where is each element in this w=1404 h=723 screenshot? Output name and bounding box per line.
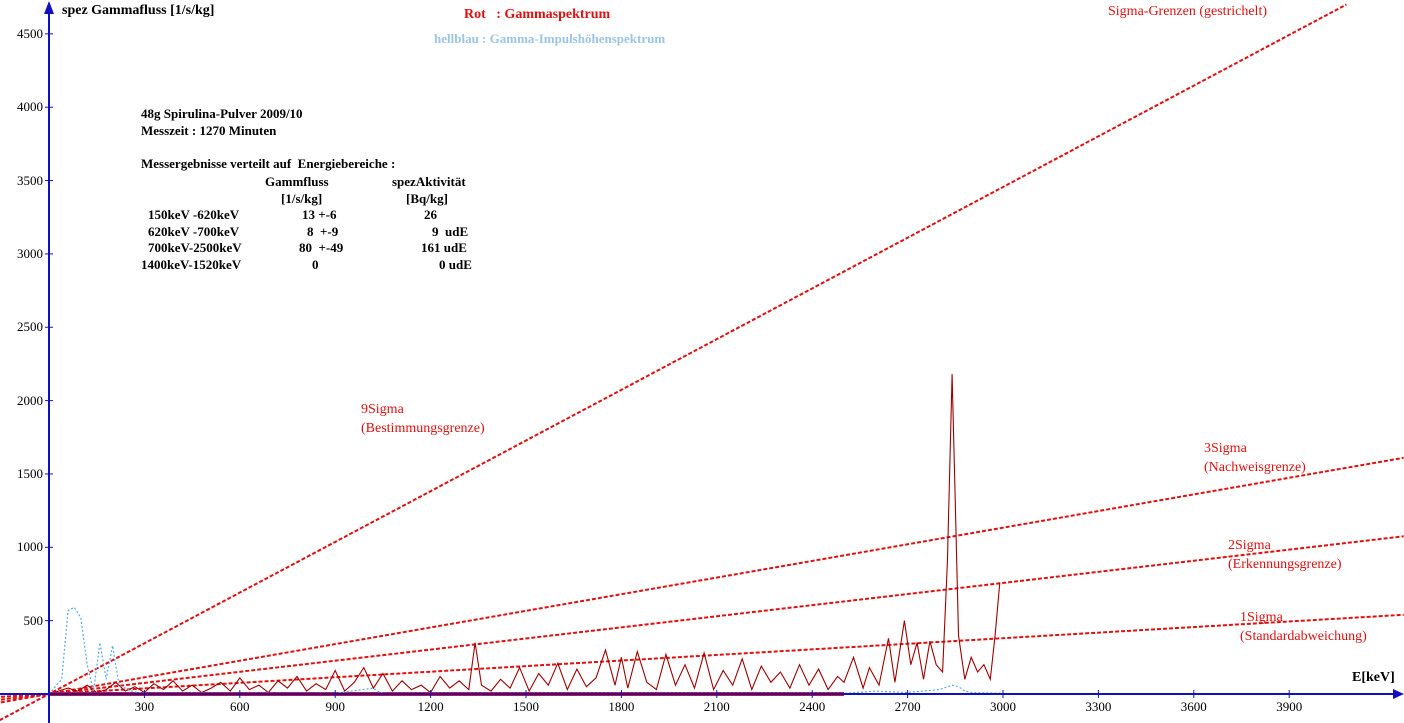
x-axis-label: E[keV] (1352, 670, 1395, 685)
col-flux-header: Gammfluss (265, 174, 329, 189)
legend-sigma: Sigma-Grenzen (gestrichelt) (1108, 4, 1267, 19)
sigma-line-1sigma (0, 613, 1404, 698)
x-tick-label: 900 (325, 699, 345, 714)
x-tick-label: 3300 (1085, 699, 1112, 714)
y-tick-label: 2500 (17, 319, 43, 335)
y-tick-label: 4500 (17, 25, 43, 41)
x-tick-label: 1200 (417, 699, 444, 714)
legend-blue: hellblau : Gamma-Impulshöhenspektrum (434, 31, 666, 46)
flux-cell: 80 +-49 (299, 240, 344, 255)
y-tick-label: 3500 (17, 172, 43, 188)
sample-name: 48g Spirulina-Pulver 2009/10 (141, 106, 303, 121)
x-tick-label: 1800 (608, 699, 635, 714)
act-cell: 161 udE (421, 240, 467, 255)
sigma1-name: 1Sigma (1240, 610, 1283, 625)
y-tick-label: 4000 (17, 99, 43, 115)
sigma2-label: 2Sigma (Erkennungsgrenze) (1228, 536, 1342, 574)
act-cell: 9 udE (432, 223, 469, 239)
sigma3-desc: (Nachweisgrenze) (1204, 460, 1306, 475)
sigma-line-3sigma (0, 456, 1404, 704)
x-tick-label: 2700 (894, 699, 921, 714)
flux-cell: 8 +-9 (307, 223, 339, 239)
x-tick-label: 600 (230, 699, 250, 714)
sigma1-label: 1Sigma (Standardabweichung) (1240, 608, 1367, 646)
sigma9-name: 9Sigma (361, 402, 404, 417)
act-cell: 26 (424, 207, 437, 222)
y-axis-label: spez Gammafluss [1/s/kg] (62, 3, 215, 18)
series-gamma-impulshöhenspektrum (48, 606, 1004, 695)
x-tick-label: 2100 (703, 699, 730, 714)
col-act-header: spezAktivität (392, 174, 466, 189)
measure-time: Messzeit : 1270 Minuten (141, 122, 277, 138)
sigma9-label: 9Sigma (Bestimmungsgrenze) (361, 400, 485, 438)
y-tick-label: 3000 (17, 245, 43, 261)
legend-red: Rot : Gammaspektrum (464, 7, 611, 22)
flux-cell: 0 (312, 256, 319, 272)
x-tick-label: 3600 (1180, 699, 1207, 714)
x-tick-label: 3900 (1276, 699, 1303, 714)
results-title: Messergebnisse verteilt auf Energieberei… (141, 155, 396, 171)
range-cell: 620keV -700keV (148, 223, 240, 239)
sigma3-name: 3Sigma (1204, 441, 1247, 456)
x-tick-label: 3000 (990, 699, 1016, 714)
y-axis-arrow (44, 1, 54, 14)
range-cell: 1400keV-1520keV (141, 256, 242, 272)
act-cell: 0 udE (439, 256, 472, 272)
x-tick-label: 300 (134, 699, 155, 714)
y-tick-label: 500 (23, 612, 44, 628)
y-tick-label: 1000 (17, 539, 43, 555)
flux-cell: 13 +-6 (302, 207, 337, 222)
x-tick-label: 1500 (513, 699, 539, 714)
sigma1-desc: (Standardabweichung) (1240, 629, 1367, 644)
col-flux-unit: [1/s/kg] (281, 190, 323, 206)
y-tick-label: 2000 (17, 392, 43, 408)
y-tick-label: 1500 (17, 465, 43, 481)
x-tick-label: 2400 (799, 699, 826, 714)
sigma2-name: 2Sigma (1228, 538, 1271, 553)
sigma-line-2sigma (0, 535, 1404, 701)
range-cell: 150keV -620keV (148, 207, 240, 222)
x-axis-arrow (1393, 689, 1404, 699)
sigma3-label: 3Sigma (Nachweisgrenze) (1204, 439, 1306, 477)
series-gammaspektrum (48, 374, 1001, 695)
sample-info: 48g Spirulina-Pulver 2009/10 Messzeit : … (141, 106, 395, 172)
sigma9-desc: (Bestimmungsgrenze) (361, 421, 485, 436)
sigma2-desc: (Erkennungsgrenze) (1228, 557, 1342, 572)
col-act-unit: [Bq/kg] (406, 190, 448, 206)
range-cell: 700keV-2500keV (148, 240, 242, 255)
